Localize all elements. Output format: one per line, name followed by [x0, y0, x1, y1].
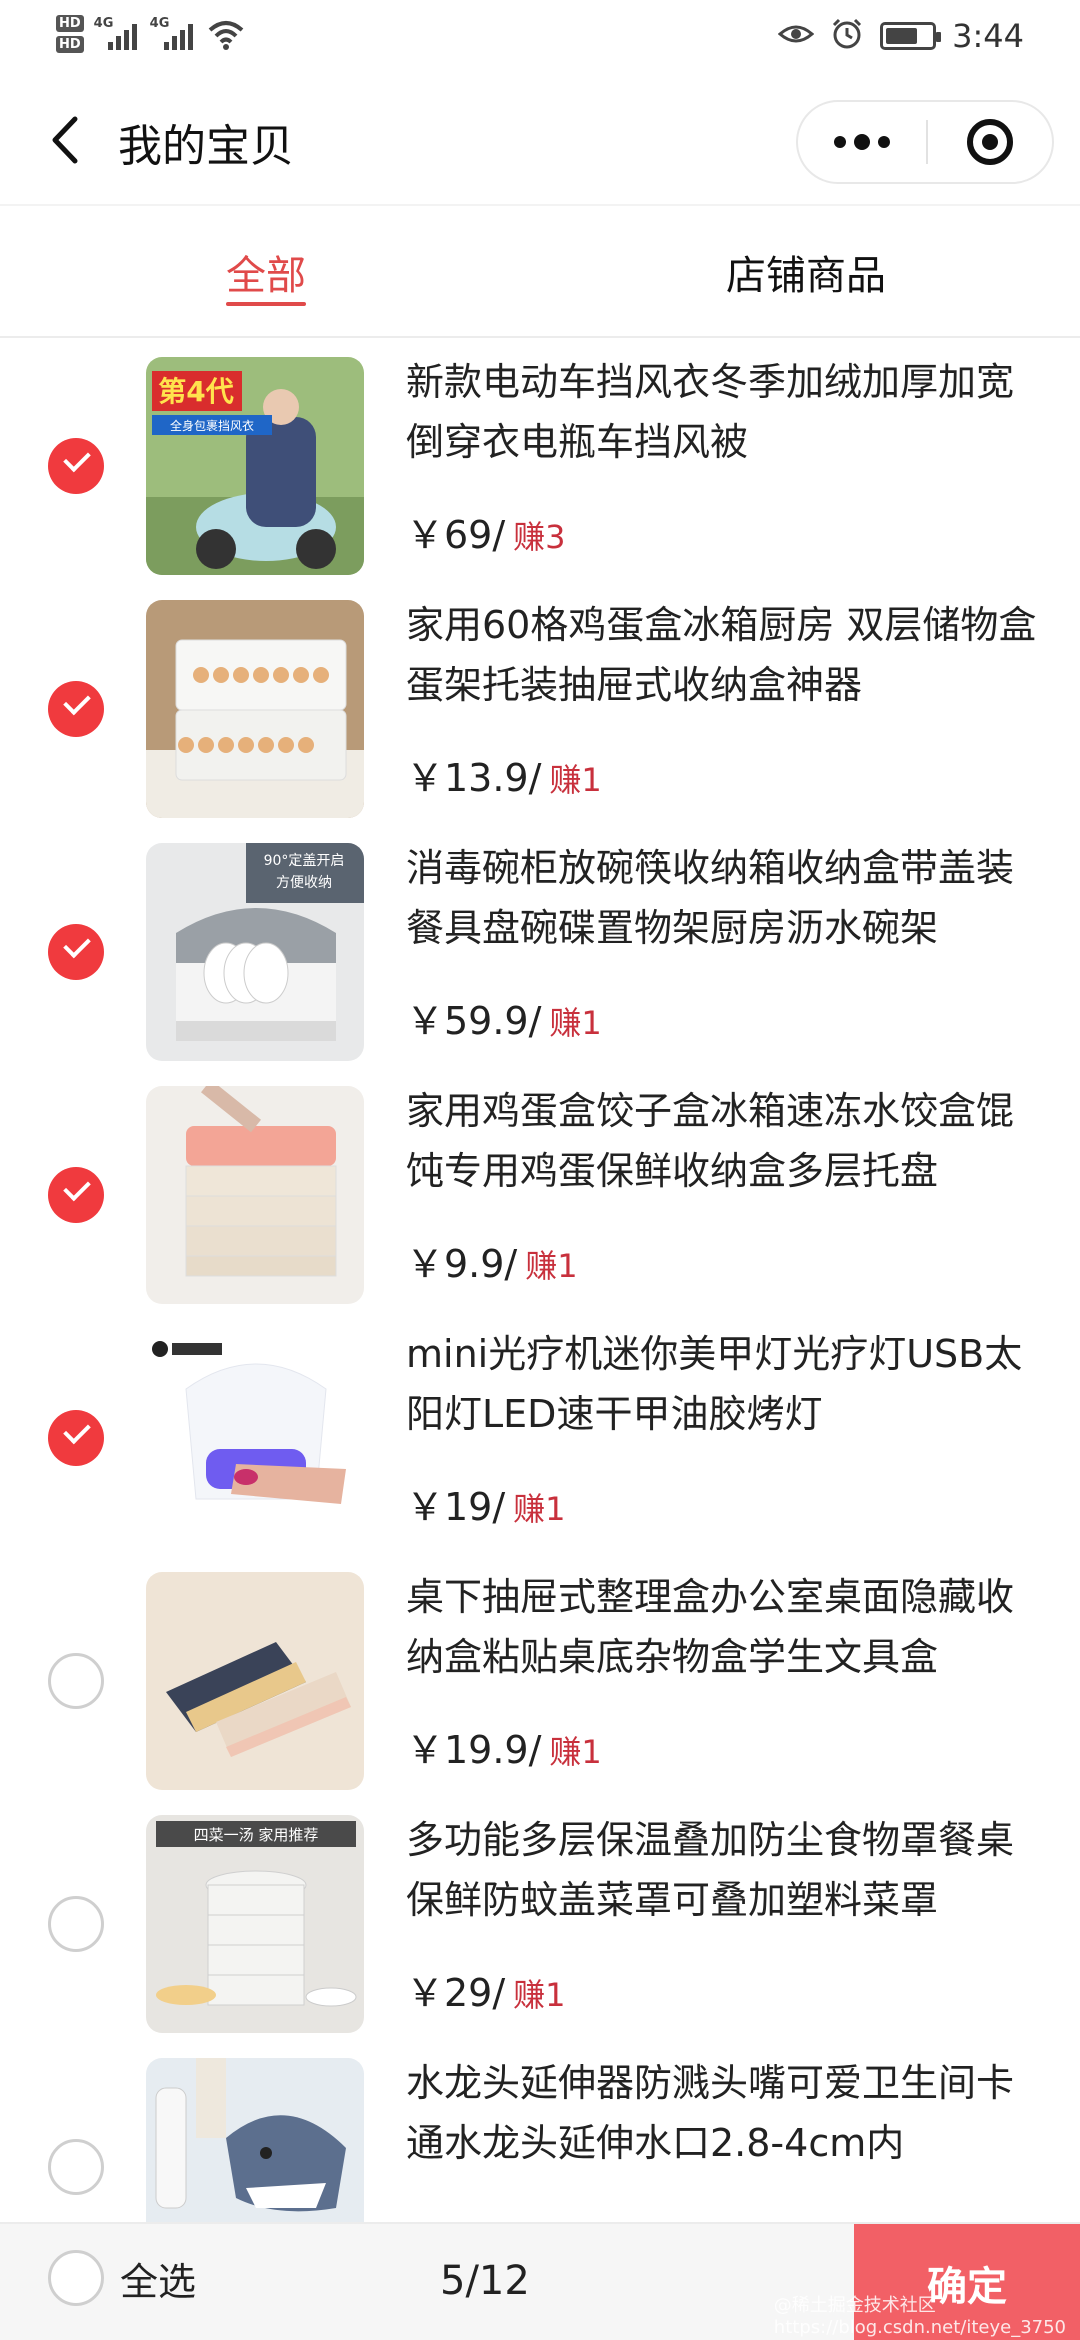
price-value: ￥59.9/ [406, 999, 542, 1043]
product-title[interactable]: 家用60格鸡蛋盒冰箱厨房 双层储物盒蛋架托装抽屉式收纳盒神器 [406, 595, 1046, 715]
price-value: ￥9.9/ [406, 1242, 518, 1286]
item-checkbox[interactable] [48, 1652, 104, 1709]
product-thumbnail[interactable]: 第4代 全身包裹挡风衣 [146, 357, 364, 575]
hd-badge: HD [56, 36, 84, 53]
product-thumbnail[interactable]: 90°定盖开启 方便收纳 [146, 843, 364, 1061]
page-title: 我的宝贝 [118, 121, 294, 172]
status-bar: HD HD 4G 4G 3:44 [0, 0, 1080, 72]
clock: 3:44 [952, 17, 1024, 55]
list-item[interactable]: 水龙头延伸器防溅头嘴可爱卫生间卡通水龙头延伸水口2.8-4cm内 [0, 2039, 1080, 2222]
product-price: ￥59.9/ 赚1 [406, 990, 602, 1045]
product-thumbnail[interactable]: 四菜一汤 家用推荐 [146, 1815, 364, 2033]
select-all-toggle[interactable]: 全选 [48, 2250, 196, 2306]
select-all-label: 全选 [120, 2259, 197, 2304]
hd-badges: HD HD [56, 15, 84, 53]
select-all-checkbox[interactable] [48, 2250, 104, 2306]
target-icon [967, 119, 1013, 165]
earn-badge: 赚3 [513, 518, 566, 556]
status-left: HD HD 4G 4G [56, 14, 246, 54]
earn-badge: 赚1 [513, 1490, 566, 1528]
item-checkbox[interactable] [48, 680, 104, 737]
tab-shop-products[interactable]: 店铺商品 [726, 206, 886, 338]
item-checkbox[interactable] [48, 2138, 104, 2195]
signal-icon: 4G [94, 14, 140, 54]
product-price: ￥19/ 赚1 [406, 1476, 566, 1531]
price-value: ￥13.9/ [406, 756, 542, 800]
product-price: ￥13.9/ 赚1 [406, 747, 602, 802]
back-button[interactable] [36, 108, 92, 172]
list-item[interactable]: 家用60格鸡蛋盒冰箱厨房 双层储物盒蛋架托装抽屉式收纳盒神器 ￥13.9/ 赚1 [0, 581, 1080, 824]
product-price: ￥19.9/ 赚1 [406, 1719, 602, 1774]
product-title[interactable]: 家用鸡蛋盒饺子盒冰箱速冻水饺盒馄饨专用鸡蛋保鲜收纳盒多层托盘 [406, 1081, 1046, 1201]
item-checkbox[interactable] [48, 923, 104, 980]
more-dots-icon [834, 136, 846, 148]
status-right: 3:44 [777, 14, 1024, 58]
close-mini-program-button[interactable] [928, 102, 1052, 182]
earn-badge: 赚1 [549, 761, 602, 799]
item-checkbox[interactable] [48, 1166, 104, 1223]
product-title[interactable]: 消毒碗柜放碗筷收纳箱收纳盒带盖装餐具盘碗碟置物架厨房沥水碗架 [406, 838, 1046, 958]
list-item[interactable]: 家用鸡蛋盒饺子盒冰箱速冻水饺盒馄饨专用鸡蛋保鲜收纳盒多层托盘 ￥9.9/ 赚1 [0, 1067, 1080, 1310]
product-thumbnail[interactable] [146, 600, 364, 818]
watermark: @稀土掘金技术社区 https://blog.csdn.net/iteye_37… [773, 2295, 1067, 2338]
product-title[interactable]: 水龙头延伸器防溅头嘴可爱卫生间卡通水龙头延伸水口2.8-4cm内 [406, 2053, 1046, 2173]
price-value: ￥69/ [406, 513, 506, 557]
tab-active-indicator [226, 302, 306, 306]
item-checkbox[interactable] [48, 1409, 104, 1466]
thumb-badge-text: 第4代 [158, 375, 233, 408]
price-value: ￥19/ [406, 1485, 506, 1529]
list-item[interactable]: 四菜一汤 家用推荐 多功能多层保温叠加防尘食物罩餐桌保鲜防蚊盖菜罩可叠加塑料菜罩… [0, 1796, 1080, 2039]
wifi-icon [206, 14, 246, 54]
chevron-left-icon [52, 116, 78, 164]
tab-bar: 全部 店铺商品 [0, 204, 1080, 338]
product-thumbnail[interactable] [146, 1086, 364, 1304]
product-list[interactable]: 第4代 全身包裹挡风衣 新款电动车挡风衣冬季加绒加厚加宽倒穿衣电瓶车挡风被 ￥6… [0, 338, 1080, 2222]
hd-badge: HD [56, 15, 84, 32]
price-value: ￥19.9/ [406, 1728, 542, 1772]
battery-icon [880, 22, 942, 50]
product-price: ￥69/ 赚3 [406, 504, 566, 559]
list-item[interactable]: 第4代 全身包裹挡风衣 新款电动车挡风衣冬季加绒加厚加宽倒穿衣电瓶车挡风被 ￥6… [0, 338, 1080, 581]
earn-badge: 赚1 [549, 1733, 602, 1771]
product-title[interactable]: 新款电动车挡风衣冬季加绒加厚加宽倒穿衣电瓶车挡风被 [406, 352, 1046, 472]
bottom-bar: 全选 5/12 确定 @稀土掘金技术社区 https://blog.csdn.n… [0, 2222, 1080, 2340]
list-item[interactable]: 90°定盖开启 方便收纳 消毒碗柜放碗筷收纳箱收纳盒带盖装餐具盘碗碟置物架厨房沥… [0, 824, 1080, 1067]
signal-icon: 4G [150, 14, 196, 54]
thumb-caption-text: 四菜一汤 家用推荐 [194, 1826, 319, 1844]
eye-icon [777, 20, 815, 52]
tab-all[interactable]: 全部 [226, 206, 306, 338]
thumb-caption-text: 全身包裹挡风衣 [170, 418, 254, 433]
product-title[interactable]: 多功能多层保温叠加防尘食物罩餐桌保鲜防蚊盖菜罩可叠加塑料菜罩 [406, 1810, 1046, 1930]
selected-count: 5/12 [440, 2258, 530, 2304]
product-title[interactable]: 桌下抽屉式整理盒办公室桌面隐藏收纳盒粘贴桌底杂物盒学生文具盒 [406, 1567, 1046, 1687]
product-price: ￥29/ 赚1 [406, 1962, 566, 2017]
product-thumbnail[interactable] [146, 1329, 364, 1547]
more-button[interactable] [798, 102, 926, 182]
product-price: ￥9.9/ 赚1 [406, 1233, 578, 1288]
earn-badge: 赚1 [549, 1004, 602, 1042]
earn-badge: 赚1 [513, 1976, 566, 2014]
list-item[interactable]: 桌下抽屉式整理盒办公室桌面隐藏收纳盒粘贴桌底杂物盒学生文具盒 ￥19.9/ 赚1 [0, 1553, 1080, 1796]
earn-badge: 赚1 [525, 1247, 578, 1285]
product-thumbnail[interactable] [146, 1572, 364, 1790]
thumb-caption-text: 方便收纳 [276, 875, 332, 891]
item-checkbox[interactable] [48, 437, 104, 494]
product-title[interactable]: mini光疗机迷你美甲灯光疗灯USB太阳灯LED速干甲油胶烤灯 [406, 1324, 1046, 1444]
tab-label: 店铺商品 [726, 253, 886, 299]
alarm-icon [830, 17, 864, 55]
price-value: ￥29/ [406, 1971, 506, 2015]
product-thumbnail[interactable] [146, 2058, 364, 2222]
mini-program-capsule [796, 100, 1054, 184]
tab-label: 全部 [226, 253, 306, 299]
item-checkbox[interactable] [48, 1895, 104, 1952]
thumb-caption-text: 90°定盖开启 [264, 853, 345, 869]
confirm-button[interactable]: 确定 @稀土掘金技术社区 https://blog.csdn.net/iteye… [774, 2224, 1080, 2340]
nav-header: 我的宝贝 [0, 72, 1080, 204]
list-item[interactable]: mini光疗机迷你美甲灯光疗灯USB太阳灯LED速干甲油胶烤灯 ￥19/ 赚1 [0, 1310, 1080, 1553]
